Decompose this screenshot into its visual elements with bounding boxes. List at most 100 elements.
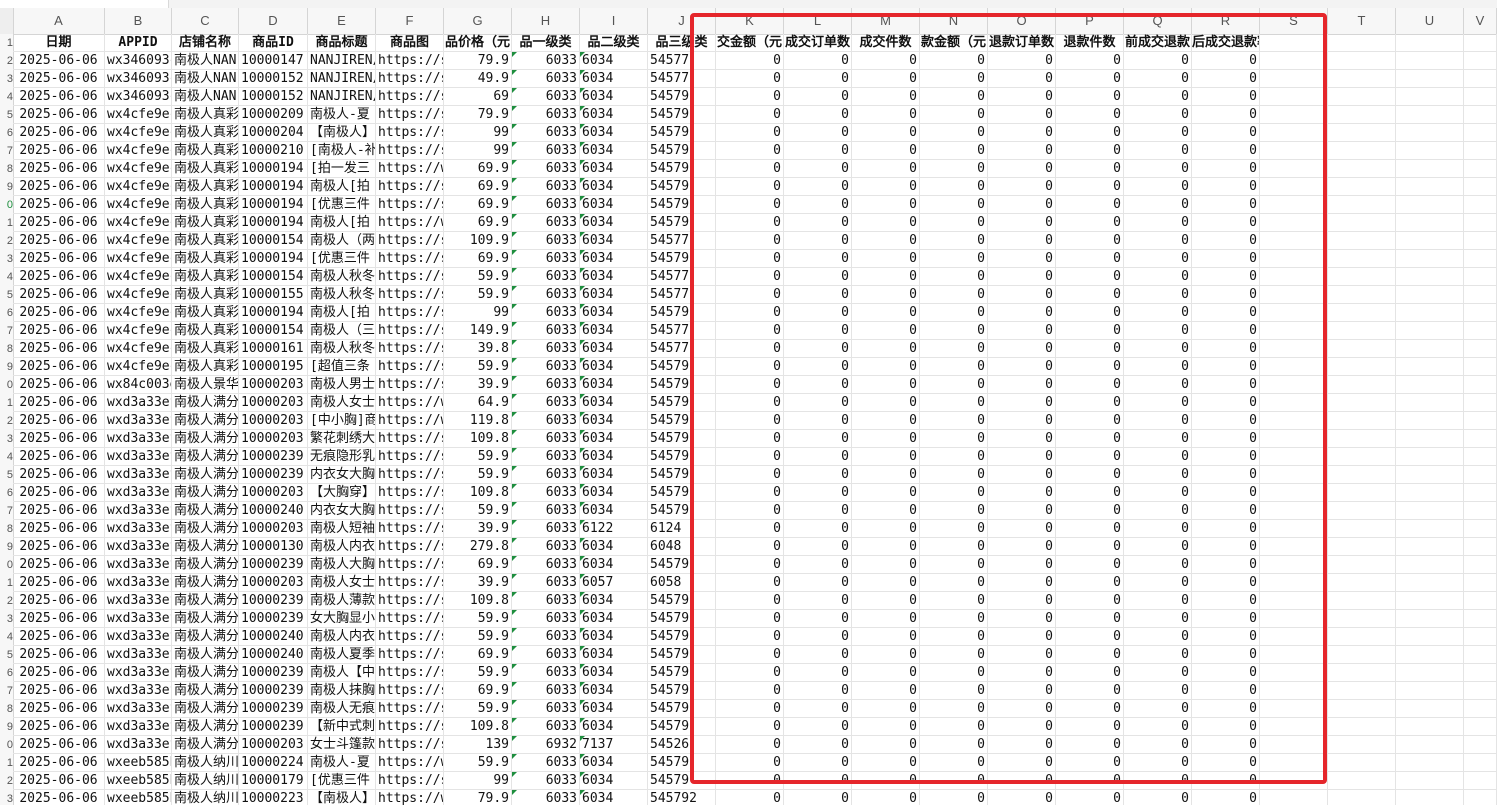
- empty-cell[interactable]: [1396, 232, 1464, 250]
- table-cell[interactable]: 繁花刺绣大: [308, 430, 376, 448]
- table-cell[interactable]: https://s: [376, 556, 444, 574]
- table-cell[interactable]: 0: [1124, 502, 1192, 520]
- table-cell[interactable]: 0: [920, 304, 988, 322]
- table-cell[interactable]: 0: [1124, 466, 1192, 484]
- table-cell[interactable]: 6033: [512, 196, 580, 214]
- row-header[interactable]: 8: [0, 340, 13, 358]
- table-cell[interactable]: 0: [988, 358, 1056, 376]
- table-cell[interactable]: 0: [988, 430, 1056, 448]
- table-cell[interactable]: 0: [1192, 664, 1260, 682]
- table-cell[interactable]: 10000239: [239, 466, 308, 484]
- empty-cell[interactable]: [1396, 34, 1464, 52]
- table-cell[interactable]: 0: [852, 52, 920, 70]
- table-cell[interactable]: 0: [784, 358, 852, 376]
- row-header[interactable]: 6: [0, 484, 13, 502]
- empty-cell[interactable]: [1396, 70, 1464, 88]
- table-cell[interactable]: 0: [716, 142, 784, 160]
- table-cell[interactable]: 6034: [580, 70, 648, 88]
- table-cell[interactable]: 6033: [512, 790, 580, 805]
- table-cell[interactable]: 0: [784, 430, 852, 448]
- table-cell[interactable]: 6033: [512, 754, 580, 772]
- row-header[interactable]: 4: [0, 448, 13, 466]
- table-cell[interactable]: wx4cfe9ec: [105, 160, 172, 178]
- table-cell[interactable]: 0: [852, 322, 920, 340]
- table-cell[interactable]: 南极人满分: [172, 466, 239, 484]
- table-cell[interactable]: 0: [784, 286, 852, 304]
- table-cell[interactable]: https://s: [376, 286, 444, 304]
- table-cell[interactable]: 0: [852, 538, 920, 556]
- table-cell[interactable]: 0: [920, 88, 988, 106]
- table-cell[interactable]: 0: [920, 484, 988, 502]
- table-cell[interactable]: 69.9: [444, 250, 512, 268]
- table-cell[interactable]: 南极人真彩: [172, 322, 239, 340]
- table-cell[interactable]: 54579: [648, 88, 716, 106]
- table-cell[interactable]: 0: [1124, 250, 1192, 268]
- table-cell[interactable]: 2025-06-06: [13, 790, 105, 805]
- table-cell[interactable]: wx4cfe9ec: [105, 268, 172, 286]
- table-cell[interactable]: 39.9: [444, 520, 512, 538]
- table-cell[interactable]: 0: [852, 682, 920, 700]
- empty-cell[interactable]: [1464, 70, 1497, 88]
- empty-cell[interactable]: [1464, 232, 1497, 250]
- empty-cell[interactable]: [1396, 250, 1464, 268]
- table-cell[interactable]: 0: [920, 556, 988, 574]
- table-cell[interactable]: 0: [1124, 736, 1192, 754]
- table-cell[interactable]: 0: [920, 628, 988, 646]
- table-cell[interactable]: [优惠三件: [308, 772, 376, 790]
- table-cell[interactable]: 0: [1056, 232, 1124, 250]
- table-cell[interactable]: 0: [1056, 718, 1124, 736]
- table-cell[interactable]: 0: [1124, 610, 1192, 628]
- table-cell[interactable]: 0: [784, 196, 852, 214]
- empty-cell[interactable]: [1396, 358, 1464, 376]
- table-cell[interactable]: 0: [1056, 700, 1124, 718]
- table-cell[interactable]: 0: [988, 286, 1056, 304]
- empty-cell[interactable]: [1260, 52, 1328, 70]
- empty-cell[interactable]: [1260, 304, 1328, 322]
- table-cell[interactable]: 0: [716, 160, 784, 178]
- table-cell[interactable]: 南极人纳川: [172, 790, 239, 805]
- table-cell[interactable]: 10000239: [239, 610, 308, 628]
- table-cell[interactable]: 6033: [512, 592, 580, 610]
- table-cell[interactable]: 0: [1192, 232, 1260, 250]
- table-cell[interactable]: 南极人NAN: [172, 70, 239, 88]
- table-cell[interactable]: 0: [1056, 142, 1124, 160]
- row-header[interactable]: 8: [0, 160, 13, 178]
- empty-cell[interactable]: [1260, 754, 1328, 772]
- table-cell[interactable]: https://s: [376, 304, 444, 322]
- column-header-f[interactable]: F: [376, 8, 444, 34]
- table-cell[interactable]: wxd3a33ef: [105, 520, 172, 538]
- table-cell[interactable]: 南极人纳川: [172, 754, 239, 772]
- table-cell[interactable]: 6122: [580, 520, 648, 538]
- table-cell[interactable]: 0: [920, 682, 988, 700]
- row-header[interactable]: 3: [0, 790, 13, 805]
- table-cell[interactable]: 0: [920, 322, 988, 340]
- table-cell[interactable]: 2025-06-06: [13, 358, 105, 376]
- table-cell[interactable]: 0: [1192, 682, 1260, 700]
- table-cell[interactable]: 10000194: [239, 250, 308, 268]
- table-cell[interactable]: 0: [852, 106, 920, 124]
- header-cell[interactable]: 店铺名称: [172, 34, 239, 52]
- table-cell[interactable]: 0: [988, 178, 1056, 196]
- table-cell[interactable]: 0: [1192, 412, 1260, 430]
- table-cell[interactable]: 2025-06-06: [13, 268, 105, 286]
- table-cell[interactable]: wx346093c: [105, 52, 172, 70]
- table-cell[interactable]: 0: [1124, 700, 1192, 718]
- empty-cell[interactable]: [1328, 214, 1396, 232]
- table-cell[interactable]: 0: [784, 250, 852, 268]
- table-cell[interactable]: 6033: [512, 502, 580, 520]
- table-cell[interactable]: 59.9: [444, 466, 512, 484]
- empty-cell[interactable]: [1396, 160, 1464, 178]
- empty-cell[interactable]: [1260, 340, 1328, 358]
- empty-cell[interactable]: [1396, 88, 1464, 106]
- empty-cell[interactable]: [1328, 232, 1396, 250]
- table-cell[interactable]: 2025-06-06: [13, 592, 105, 610]
- table-cell[interactable]: 0: [716, 718, 784, 736]
- table-cell[interactable]: 59.9: [444, 700, 512, 718]
- table-cell[interactable]: 南极人真彩: [172, 196, 239, 214]
- empty-cell[interactable]: [1328, 610, 1396, 628]
- table-cell[interactable]: 0: [1124, 790, 1192, 805]
- table-cell[interactable]: 54577: [648, 322, 716, 340]
- table-cell[interactable]: 0: [852, 592, 920, 610]
- table-cell[interactable]: 6034: [580, 178, 648, 196]
- table-cell[interactable]: [中小胸]商: [308, 412, 376, 430]
